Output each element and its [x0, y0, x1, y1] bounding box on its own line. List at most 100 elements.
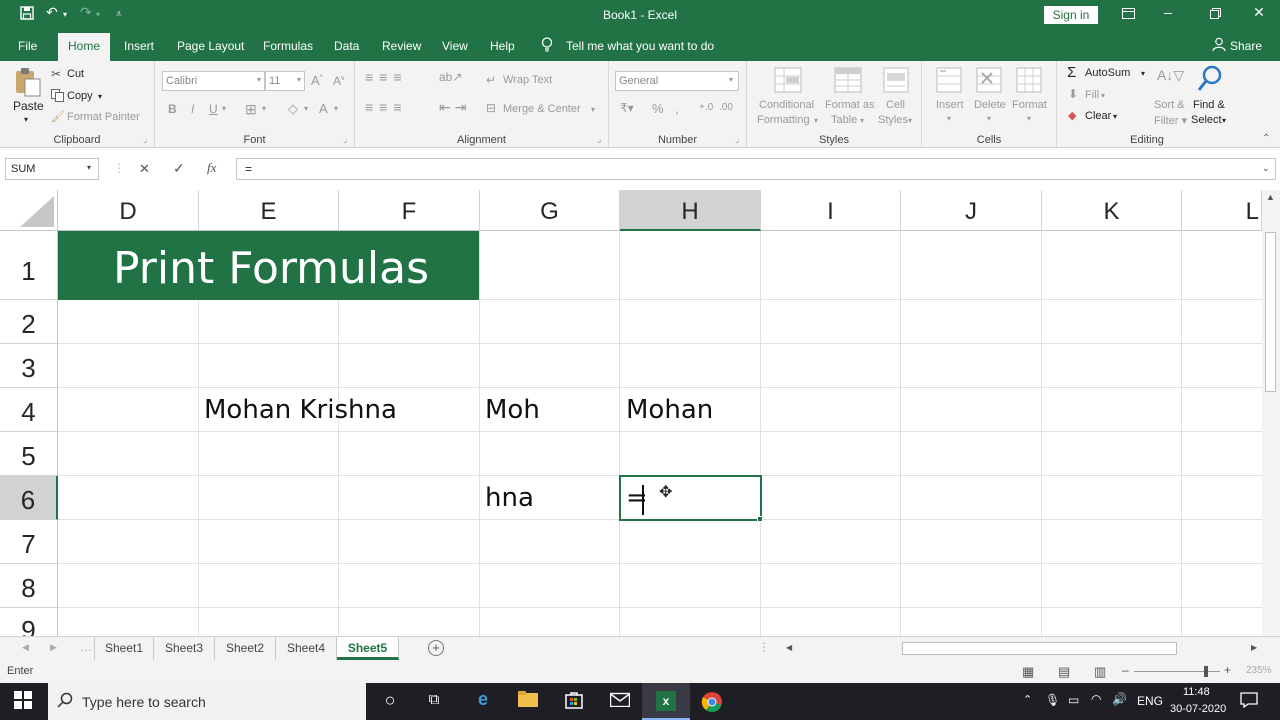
select-all-button[interactable] — [0, 190, 58, 231]
excel-taskbar-button[interactable]: x — [642, 683, 690, 720]
volume-icon[interactable]: 🔊 — [1112, 692, 1127, 706]
cell-styles-line1[interactable]: Cell — [886, 99, 905, 111]
autosum-button[interactable]: AutoSum — [1085, 67, 1130, 79]
insert-button[interactable]: Insert — [936, 99, 964, 111]
row-header-6[interactable]: 6 — [0, 476, 58, 520]
tab-view[interactable]: View — [442, 39, 468, 53]
page-layout-view-icon[interactable]: ▤ — [1058, 664, 1070, 680]
fill-handle[interactable] — [757, 516, 763, 522]
store-icon[interactable] — [563, 691, 585, 713]
tab-data[interactable]: Data — [334, 39, 359, 53]
formula-input[interactable]: = — [236, 158, 1276, 180]
insert-dropdown-icon[interactable]: ▾ — [947, 114, 951, 123]
tab-split-icon[interactable]: ⋮ — [758, 640, 770, 654]
scroll-left-icon[interactable]: ◀ — [786, 643, 792, 652]
column-header-f[interactable]: F — [339, 190, 480, 231]
orientation-icon[interactable]: ab↗ — [439, 70, 462, 84]
share-button[interactable]: Share — [1230, 39, 1262, 53]
file-explorer-icon[interactable] — [517, 691, 539, 713]
merge-center-button[interactable]: Merge & Center — [503, 103, 581, 115]
borders-dropdown-icon[interactable]: ▾ — [262, 104, 266, 113]
column-header-d[interactable]: D — [58, 190, 199, 231]
zoom-slider-thumb[interactable] — [1204, 666, 1208, 677]
sort-filter-line1[interactable]: Sort & — [1154, 99, 1185, 111]
vertical-scrollbar[interactable]: ▲ — [1262, 190, 1280, 636]
increase-font-icon[interactable]: A^ — [311, 73, 323, 88]
conditional-formatting-line2[interactable]: Formatting — [757, 114, 810, 126]
alignment-launcher-icon[interactable]: ⌟ — [597, 134, 601, 145]
mail-icon[interactable] — [609, 691, 631, 713]
insert-function-button[interactable]: fx — [207, 160, 216, 176]
column-header-g[interactable]: G — [480, 190, 620, 231]
zoom-out-icon[interactable]: – — [1122, 663, 1129, 677]
tab-review[interactable]: Review — [382, 39, 421, 53]
battery-icon[interactable]: ▭ — [1068, 693, 1079, 707]
merge-dropdown-icon[interactable]: ▾ — [591, 105, 595, 114]
clock-time[interactable]: 11:48 — [1183, 686, 1210, 698]
language-indicator[interactable]: ENG — [1137, 694, 1163, 708]
copy-icon[interactable] — [51, 89, 64, 107]
sheet-tab-4[interactable]: Sheet4 — [276, 637, 337, 660]
clipboard-launcher-icon[interactable]: ⌟ — [143, 134, 147, 145]
comma-icon[interactable]: , — [675, 101, 679, 116]
paste-icon[interactable] — [14, 67, 42, 102]
paste-button[interactable]: Paste — [13, 99, 44, 113]
name-box[interactable]: SUM — [5, 158, 99, 180]
taskbar-search-box[interactable]: Type here to search — [48, 683, 366, 720]
format-button[interactable]: Format — [1012, 99, 1047, 111]
normal-view-icon[interactable]: ▦ — [1022, 664, 1034, 680]
horizontal-align-icons[interactable]: ≡≡≡ — [365, 99, 408, 115]
tab-insert[interactable]: Insert — [124, 39, 154, 53]
show-hidden-icons[interactable]: ⌃ — [1023, 693, 1032, 706]
vertical-align-icons[interactable]: ≡≡≡ — [365, 69, 408, 85]
indent-icons[interactable]: ⇤⇥ — [439, 99, 470, 116]
column-header-l[interactable]: L — [1182, 190, 1262, 231]
title-cell[interactable]: Print Formulas — [58, 231, 479, 300]
find-select-dropdown-icon[interactable]: ▾ — [1222, 116, 1226, 125]
row-header-5[interactable]: 5 — [0, 432, 58, 476]
format-painter-button[interactable]: Format Painter — [67, 111, 140, 123]
restore-icon[interactable] — [1205, 6, 1225, 22]
column-header-j[interactable]: J — [901, 190, 1042, 231]
delete-button[interactable]: Delete — [974, 99, 1006, 111]
horizontal-scroll-thumb[interactable] — [902, 642, 1177, 655]
fill-color-icon[interactable]: ◇ — [288, 101, 298, 117]
horizontal-scrollbar[interactable] — [797, 641, 1244, 656]
enter-entry-button[interactable]: ✓ — [173, 160, 185, 177]
underline-icon[interactable]: U — [209, 102, 218, 116]
bold-icon[interactable]: B — [168, 102, 177, 116]
find-select-line1[interactable]: Find & — [1193, 99, 1225, 111]
sheet-tab-1[interactable]: Sheet1 — [94, 637, 154, 660]
row-header-1[interactable]: 1 — [0, 231, 58, 300]
microphone-icon[interactable]: 🎙 — [1045, 693, 1060, 707]
row-header-8[interactable]: 8 — [0, 564, 58, 608]
tab-help[interactable]: Help — [490, 39, 515, 53]
cell-g4[interactable]: Moh — [485, 395, 540, 425]
sheet-tab-2[interactable]: Sheet2 — [215, 637, 276, 660]
vertical-scroll-thumb[interactable] — [1265, 232, 1276, 392]
delete-dropdown-icon[interactable]: ▾ — [987, 114, 991, 123]
row-header-2[interactable]: 2 — [0, 300, 58, 344]
scroll-right-icon[interactable]: ▶ — [1251, 643, 1257, 652]
zoom-in-icon[interactable]: + — [1224, 663, 1231, 677]
clock-date[interactable]: 30-07-2020 — [1170, 703, 1226, 715]
wifi-icon[interactable]: ◠ — [1091, 692, 1101, 706]
wrap-text-button[interactable]: Wrap Text — [503, 74, 552, 86]
cell-g6[interactable]: hna — [485, 483, 534, 513]
name-box-dropdown-icon[interactable]: ▾ — [87, 163, 91, 172]
row-header-4[interactable]: 4 — [0, 388, 58, 432]
paste-dropdown-icon[interactable]: ▾ — [24, 115, 28, 124]
share-icon[interactable] — [1212, 37, 1226, 55]
notifications-icon[interactable] — [1240, 692, 1258, 713]
font-color-icon[interactable]: A — [319, 101, 328, 116]
fill-dropdown-icon[interactable]: ▾ — [1101, 91, 1105, 100]
number-format-combo[interactable]: General — [615, 71, 739, 91]
tell-me-search[interactable]: Tell me what you want to do — [566, 39, 714, 53]
expand-formula-bar-icon[interactable]: ⌄ — [1262, 163, 1270, 174]
decrease-font-icon[interactable]: Av — [333, 74, 345, 88]
number-format-dropdown-icon[interactable]: ▾ — [729, 75, 733, 84]
font-size-dropdown-icon[interactable]: ▾ — [297, 75, 301, 84]
page-break-view-icon[interactable]: ▥ — [1094, 664, 1106, 680]
new-sheet-icon[interactable]: + — [428, 640, 444, 656]
copy-dropdown-icon[interactable]: ▾ — [98, 92, 102, 101]
